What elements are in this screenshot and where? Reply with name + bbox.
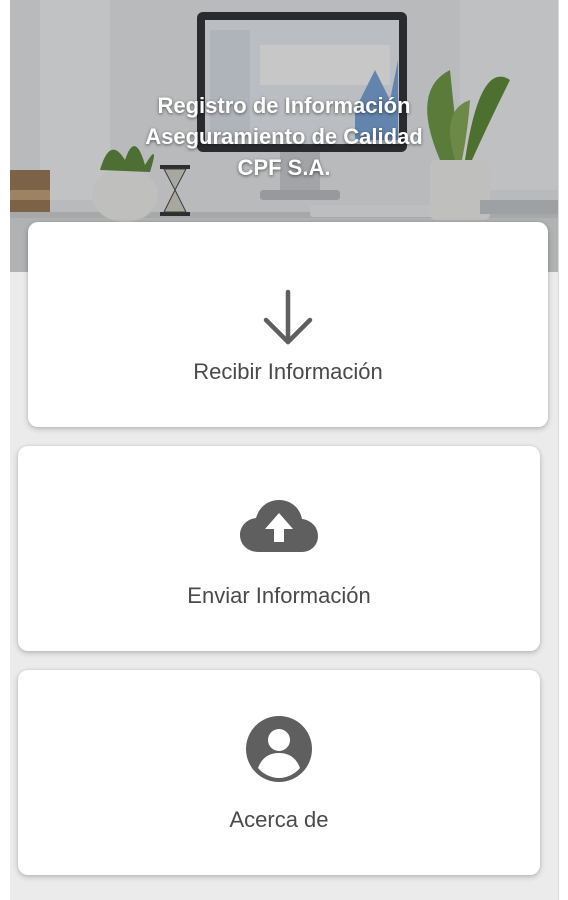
app-container: Registro de Información Aseguramiento de… [10, 0, 559, 900]
arrow-down-icon [263, 289, 313, 345]
title-line-2: Aseguramiento de Calidad [145, 124, 423, 149]
app-title: Registro de Información Aseguramiento de… [10, 90, 558, 183]
cloud-upload-icon [240, 500, 318, 552]
screen: Registro de Información Aseguramiento de… [0, 0, 568, 900]
about-label: Acerca de [229, 807, 329, 832]
account-circle-icon [246, 716, 312, 782]
about-card[interactable]: Acerca de [18, 670, 540, 875]
receive-info-label: Recibir Información [193, 359, 383, 384]
title-line-3: CPF S.A. [237, 155, 331, 180]
receive-info-card[interactable]: Recibir Información [28, 222, 548, 427]
send-info-label: Enviar Información [187, 583, 371, 608]
title-line-1: Registro de Información [157, 93, 411, 118]
send-info-card[interactable]: Enviar Información [18, 446, 540, 651]
